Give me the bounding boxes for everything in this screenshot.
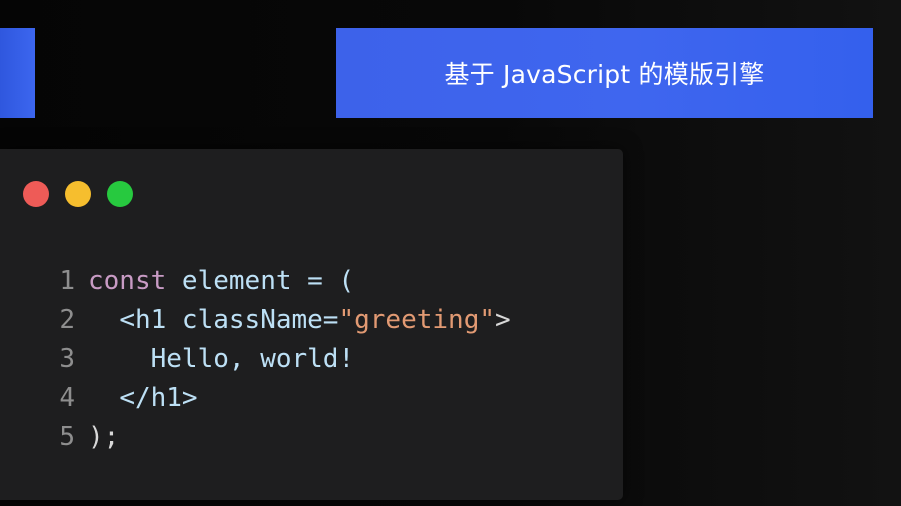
code-token: <h1 className= (119, 305, 339, 335)
code-text: </h1> (88, 379, 198, 418)
title-banner: 基于 JavaScript 的模版引擎 (336, 28, 873, 118)
code-token: > (495, 305, 511, 335)
code-token: Hello, world! (150, 344, 355, 374)
line-number: 1 (59, 266, 75, 296)
code-token: ); (88, 422, 120, 452)
minimize-dot-icon[interactable] (65, 181, 91, 207)
code-token: </h1> (119, 383, 198, 413)
maximize-dot-icon[interactable] (107, 181, 133, 207)
code-token: element = ( (166, 266, 355, 296)
close-dot-icon[interactable] (23, 181, 49, 207)
code-text: Hello, world! (88, 340, 355, 379)
banner-title: 基于 JavaScript 的模版引擎 (444, 60, 765, 89)
code-token: "greeting" (338, 305, 496, 335)
line-number: 5 (59, 422, 75, 452)
code-text: ); (88, 418, 119, 457)
window-controls (23, 181, 133, 207)
code-token: const (88, 266, 167, 296)
code-text: const element = ( (88, 262, 354, 301)
line-number: 2 (59, 305, 75, 335)
line-number: 4 (59, 383, 75, 413)
code-text: <h1 className="greeting"> (88, 301, 511, 340)
slide-canvas: 基于 JavaScript 的模版引擎 1 const element = (2 … (0, 0, 901, 506)
line-number: 3 (59, 344, 75, 374)
banner-left-stub (0, 28, 35, 118)
